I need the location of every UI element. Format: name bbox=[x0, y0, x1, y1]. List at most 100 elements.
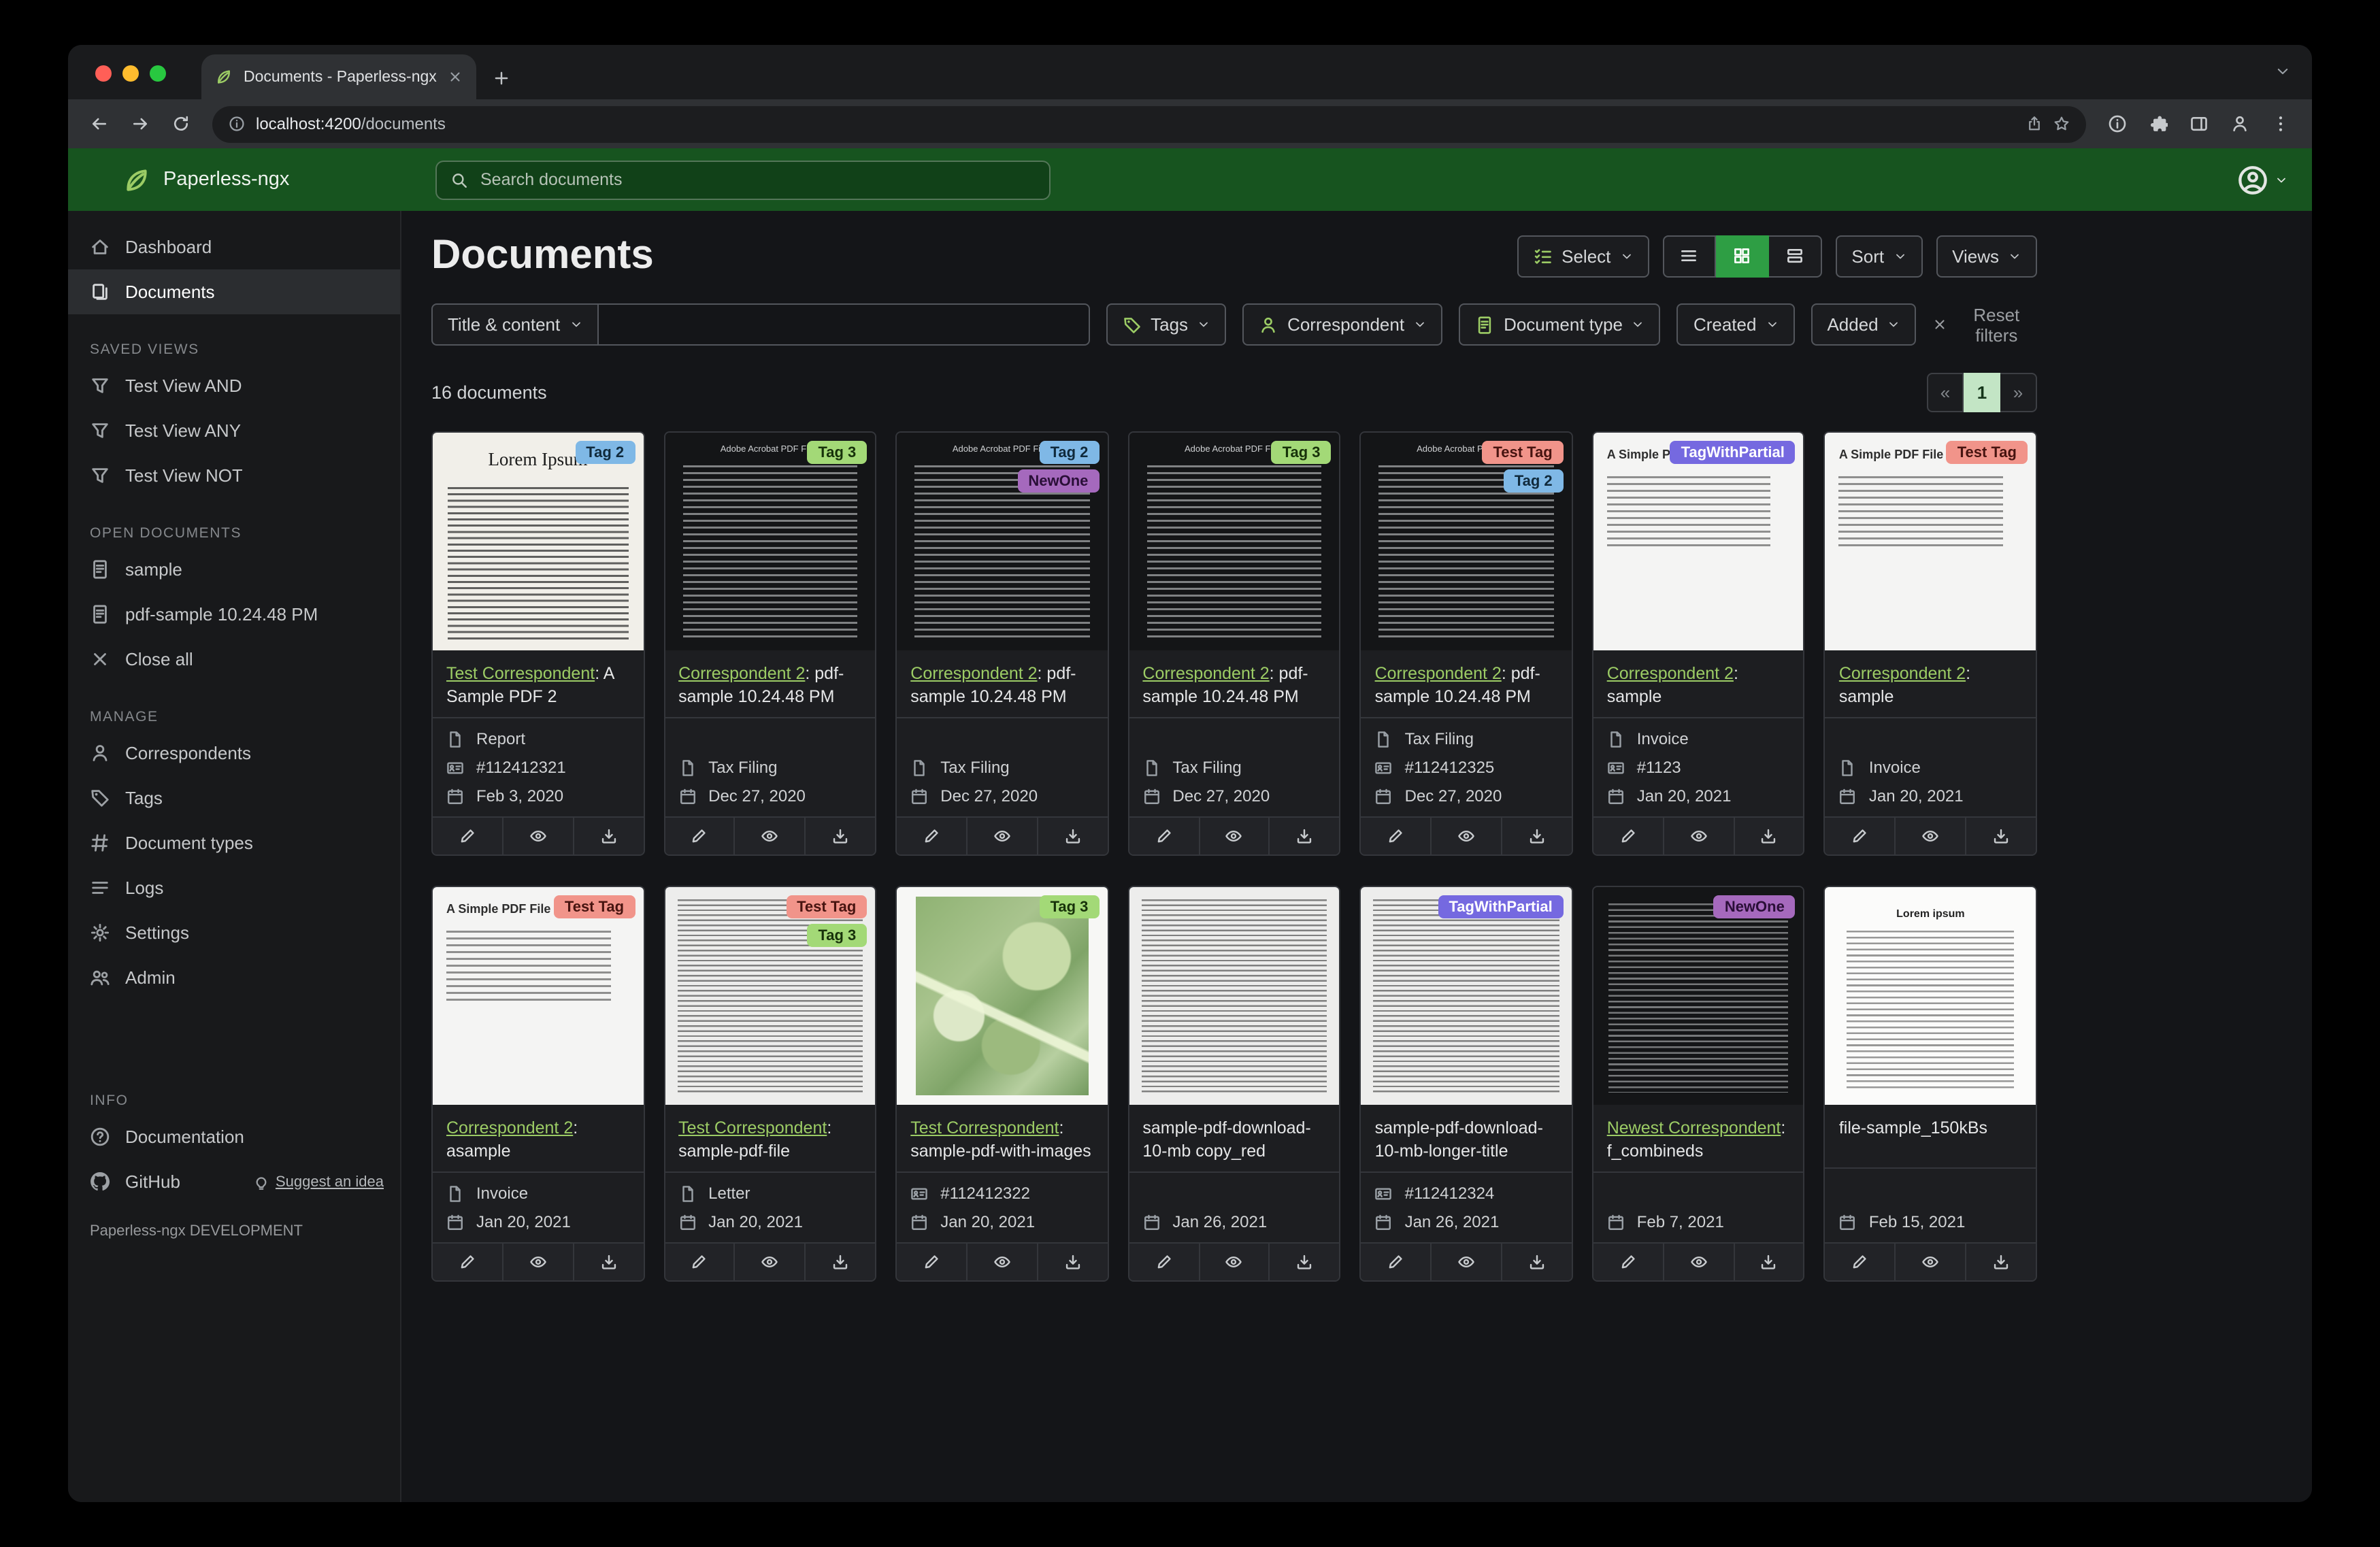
share-icon[interactable] bbox=[2026, 116, 2043, 132]
back-button[interactable] bbox=[82, 106, 117, 142]
edit-button[interactable] bbox=[1593, 1244, 1663, 1280]
edit-button[interactable] bbox=[1129, 818, 1199, 854]
correspondent-link[interactable]: Test Correspondent bbox=[446, 664, 595, 683]
current-page-button[interactable]: 1 bbox=[1964, 373, 2000, 412]
document-card[interactable]: Adobe Acrobat PDF Files Tag 3 Correspond… bbox=[663, 431, 877, 856]
tag-badge[interactable]: NewOne bbox=[1713, 895, 1796, 918]
user-menu[interactable] bbox=[2237, 164, 2287, 195]
tag-badge[interactable]: Test Tag bbox=[553, 895, 635, 918]
side-panel-icon[interactable] bbox=[2181, 106, 2217, 142]
added-filter-button[interactable]: Added bbox=[1811, 303, 1917, 346]
tag-badge[interactable]: Test Tag bbox=[1482, 441, 1564, 464]
sidebar-item-dashboard[interactable]: Dashboard bbox=[68, 224, 400, 269]
document-thumbnail[interactable]: Lorem Ipsum Tag 2 bbox=[433, 433, 644, 650]
minimize-window-button[interactable] bbox=[122, 65, 139, 82]
download-button[interactable] bbox=[804, 1244, 876, 1280]
document-card[interactable]: A Simple PDF File Test Tag Correspondent… bbox=[1823, 431, 2037, 856]
tag-badge[interactable]: Tag 2 bbox=[1039, 441, 1100, 464]
download-button[interactable] bbox=[804, 818, 876, 854]
sidebar-item-sample[interactable]: sample bbox=[68, 547, 400, 592]
edit-button[interactable] bbox=[665, 818, 734, 854]
tag-badge[interactable]: Tag 3 bbox=[807, 441, 867, 464]
download-button[interactable] bbox=[1733, 1244, 1804, 1280]
sidebar-item-test-view-not[interactable]: Test View NOT bbox=[68, 453, 400, 498]
document-type-filter-button[interactable]: Document type bbox=[1459, 303, 1661, 346]
preview-button[interactable] bbox=[1894, 818, 1966, 854]
sidebar-item-documentation[interactable]: Documentation bbox=[68, 1114, 400, 1159]
tag-badge[interactable]: Tag 3 bbox=[1039, 895, 1100, 918]
close-window-button[interactable] bbox=[95, 65, 112, 82]
tags-filter-button[interactable]: Tags bbox=[1106, 303, 1227, 346]
correspondent-link[interactable]: Correspondent 2 bbox=[446, 1118, 573, 1137]
grid-view-button[interactable] bbox=[1715, 235, 1769, 277]
sidebar-item-test-view-any[interactable]: Test View ANY bbox=[68, 408, 400, 453]
document-thumbnail[interactable] bbox=[1129, 887, 1340, 1105]
views-button[interactable]: Views bbox=[1936, 235, 2037, 277]
correspondent-link[interactable]: Test Correspondent bbox=[910, 1118, 1059, 1137]
correspondent-link[interactable]: Correspondent 2 bbox=[1607, 664, 1734, 683]
sidebar-item-documents[interactable]: Documents bbox=[68, 269, 400, 314]
edit-button[interactable] bbox=[1825, 818, 1895, 854]
document-thumbnail[interactable]: Lorem ipsum bbox=[1825, 887, 2036, 1105]
sidebar-item-close-all[interactable]: Close all bbox=[68, 637, 400, 682]
document-card[interactable]: Adobe Acrobat PDF Files Tag 2 NewOne Corr… bbox=[895, 431, 1109, 856]
global-search[interactable] bbox=[435, 160, 1051, 199]
extensions-icon[interactable] bbox=[2141, 106, 2176, 142]
preview-button[interactable] bbox=[966, 818, 1037, 854]
reload-button[interactable] bbox=[163, 106, 199, 142]
document-card[interactable]: Test Tag Tag 3 Test Correspondent: sample… bbox=[663, 886, 877, 1282]
document-thumbnail[interactable]: Test Tag Tag 3 bbox=[665, 887, 876, 1105]
document-card[interactable]: Tag 3 Test Correspondent: sample-pdf-wit… bbox=[895, 886, 1109, 1282]
document-thumbnail[interactable]: A Simple PDF File Test Tag bbox=[433, 887, 644, 1105]
download-button[interactable] bbox=[1268, 1244, 1340, 1280]
preview-button[interactable] bbox=[501, 1244, 573, 1280]
title-content-dropdown[interactable]: Title & content bbox=[431, 303, 599, 346]
download-button[interactable] bbox=[1036, 1244, 1108, 1280]
correspondent-filter-button[interactable]: Correspondent bbox=[1242, 303, 1443, 346]
document-thumbnail[interactable]: NewOne bbox=[1593, 887, 1804, 1105]
title-content-input[interactable] bbox=[598, 303, 1090, 346]
site-info-icon[interactable] bbox=[229, 116, 245, 132]
correspondent-link[interactable]: Correspondent 2 bbox=[1375, 664, 1502, 683]
sidebar-item-tags[interactable]: Tags bbox=[68, 776, 400, 820]
app-brand[interactable]: Paperless-ngx bbox=[122, 165, 435, 194]
edit-button[interactable] bbox=[897, 818, 966, 854]
preview-button[interactable] bbox=[1894, 1244, 1966, 1280]
edit-button[interactable] bbox=[433, 1244, 502, 1280]
preview-button[interactable] bbox=[733, 1244, 805, 1280]
tag-badge[interactable]: Test Tag bbox=[1946, 441, 2028, 464]
sidebar-item-admin[interactable]: Admin bbox=[68, 955, 400, 1000]
preview-button[interactable] bbox=[1430, 818, 1501, 854]
browser-profile-icon[interactable] bbox=[2222, 106, 2258, 142]
created-filter-button[interactable]: Created bbox=[1676, 303, 1795, 346]
select-button[interactable]: Select bbox=[1517, 235, 1649, 277]
document-thumbnail[interactable]: A Simple PDF File TagWithPartial bbox=[1593, 433, 1804, 650]
correspondent-link[interactable]: Correspondent 2 bbox=[678, 664, 805, 683]
list-view-button[interactable] bbox=[1662, 235, 1716, 277]
new-tab-button[interactable] bbox=[493, 69, 510, 87]
tag-badge[interactable]: Test Tag bbox=[786, 895, 867, 918]
document-thumbnail[interactable]: Adobe Acrobat PDF Files Tag 2 NewOne bbox=[897, 433, 1108, 650]
sidebar-item-test-view-and[interactable]: Test View AND bbox=[68, 363, 400, 408]
document-thumbnail[interactable]: Adobe Acrobat PDF Files Tag 3 bbox=[665, 433, 876, 650]
download-button[interactable] bbox=[572, 818, 644, 854]
address-bar[interactable]: localhost:4200/documents bbox=[212, 105, 2086, 142]
document-card[interactable]: A Simple PDF File Test Tag Correspondent… bbox=[431, 886, 645, 1282]
correspondent-link[interactable]: Correspondent 2 bbox=[1839, 664, 1966, 683]
sidebar-item-document-types[interactable]: Document types bbox=[68, 820, 400, 865]
document-card[interactable]: Lorem Ipsum Tag 2 Test Correspondent: A … bbox=[431, 431, 645, 856]
tag-badge[interactable]: Tag 2 bbox=[1503, 469, 1564, 493]
tab-close-icon[interactable] bbox=[448, 69, 463, 84]
preview-button[interactable] bbox=[1198, 818, 1269, 854]
document-card[interactable]: Adobe Acrobat PDF Files Tag 3 Correspond… bbox=[1127, 431, 1341, 856]
correspondent-link[interactable]: Correspondent 2 bbox=[1142, 664, 1269, 683]
tab-search-icon[interactable] bbox=[2275, 64, 2290, 79]
correspondent-link[interactable]: Newest Correspondent bbox=[1607, 1118, 1781, 1137]
sidebar-item-correspondents[interactable]: Correspondents bbox=[68, 731, 400, 776]
tag-badge[interactable]: Tag 3 bbox=[1271, 441, 1332, 464]
document-thumbnail[interactable]: A Simple PDF File Test Tag bbox=[1825, 433, 2036, 650]
edit-button[interactable] bbox=[1129, 1244, 1199, 1280]
preview-button[interactable] bbox=[1430, 1244, 1501, 1280]
tag-badge[interactable]: Tag 2 bbox=[575, 441, 635, 464]
tag-badge[interactable]: NewOne bbox=[1017, 469, 1100, 493]
